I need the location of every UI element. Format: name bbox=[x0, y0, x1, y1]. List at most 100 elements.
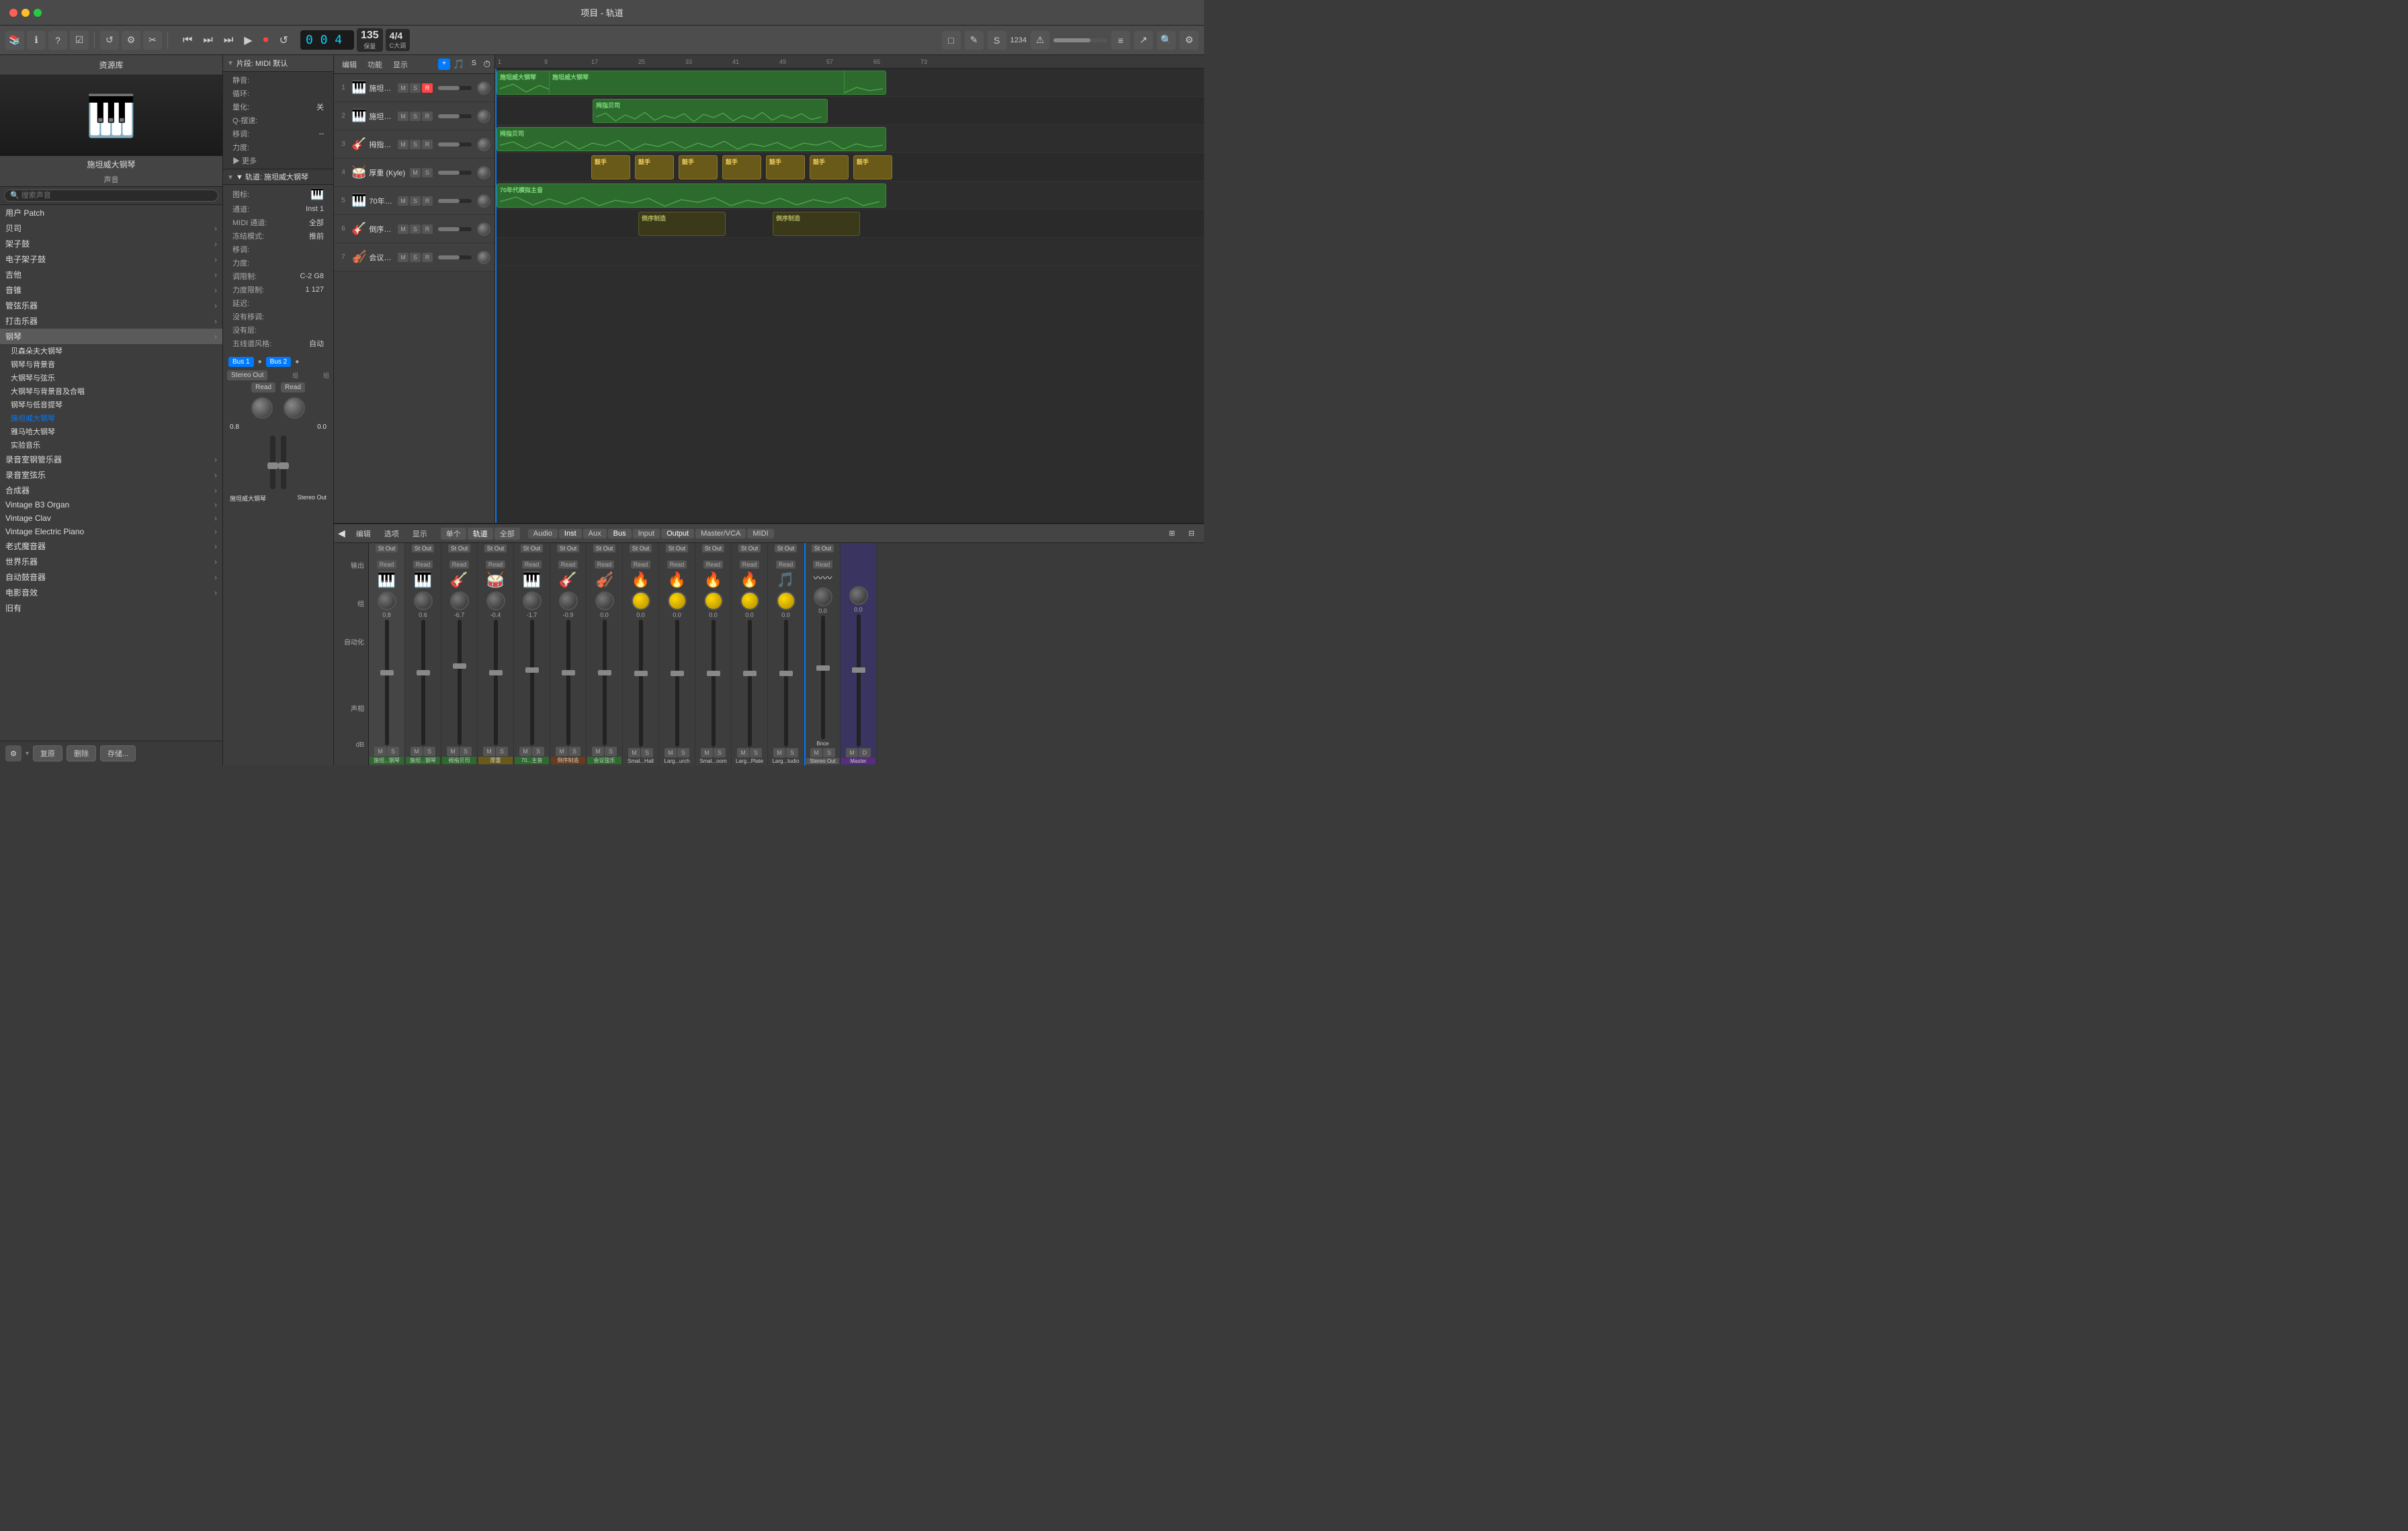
ch5-mute-btn[interactable]: M bbox=[519, 747, 531, 756]
track-record-3[interactable]: R bbox=[422, 140, 433, 149]
library-sub-yamaha[interactable]: 雅马哈大钢琴 bbox=[0, 425, 222, 438]
ch8-pan-knob[interactable] bbox=[632, 591, 650, 610]
settings-btn[interactable]: ⚙ bbox=[1180, 31, 1199, 50]
track-vol-1[interactable] bbox=[438, 86, 472, 90]
ch2-auto-badge[interactable]: Read bbox=[413, 561, 433, 569]
library-item-orchestral[interactable]: 管弦乐器 › bbox=[0, 298, 222, 313]
inspector-btn[interactable]: ☑ bbox=[70, 31, 89, 50]
ch3-fader-track[interactable] bbox=[458, 620, 462, 745]
library-item-vintage-b3[interactable]: Vintage B3 Organ › bbox=[0, 498, 222, 511]
library-sub-piano-ambient[interactable]: 钢琴与背景音 bbox=[0, 358, 222, 371]
ch2-pan-knob[interactable] bbox=[414, 591, 433, 610]
ch5-auto-badge[interactable]: Read bbox=[522, 561, 542, 569]
track-mute-2[interactable]: M bbox=[398, 112, 408, 121]
master-pan-knob[interactable] bbox=[849, 586, 868, 605]
track-solo-7[interactable]: S bbox=[410, 253, 421, 262]
track-channel-row[interactable]: 通道: Inst 1 bbox=[227, 202, 329, 216]
track-mute-1[interactable]: M bbox=[398, 83, 408, 93]
clip-drum-2[interactable]: 鼓手 bbox=[635, 155, 674, 179]
track-vol-5[interactable] bbox=[438, 199, 472, 203]
track-vol-7[interactable] bbox=[438, 255, 472, 259]
stereo-fader-track[interactable] bbox=[821, 616, 825, 739]
track-record-5[interactable]: R bbox=[422, 196, 433, 206]
ch1-mute-btn[interactable]: M bbox=[374, 747, 386, 756]
track-name-5[interactable]: 70年代模拟主音 bbox=[369, 196, 395, 206]
delete-button[interactable]: 删除 bbox=[67, 745, 96, 761]
ch6-auto-badge[interactable]: Read bbox=[558, 561, 578, 569]
help-btn[interactable]: ? bbox=[48, 31, 67, 50]
ff-btn[interactable]: ⏭ bbox=[199, 33, 216, 48]
play-btn[interactable]: ▶ bbox=[240, 32, 256, 48]
stereo-mute-btn[interactable]: M bbox=[810, 748, 822, 757]
mixer-single-tab[interactable]: 单个 bbox=[441, 528, 466, 540]
ch7-mute-btn[interactable]: M bbox=[592, 747, 604, 756]
ch7-pan-knob[interactable] bbox=[595, 591, 614, 610]
ch3-pan-knob[interactable] bbox=[450, 591, 469, 610]
track-inspector-header[interactable]: ▼ ▼ 轨道: 施坦威大钢琴 bbox=[223, 169, 333, 185]
master-volume-slider[interactable] bbox=[1054, 38, 1107, 42]
track-mute-7[interactable]: M bbox=[398, 253, 408, 262]
library-search-input[interactable] bbox=[4, 190, 218, 202]
ch10-auto-badge[interactable]: Read bbox=[703, 561, 724, 569]
ch8-auto-badge[interactable]: Read bbox=[631, 561, 651, 569]
gear-button[interactable]: ⚙ bbox=[5, 745, 22, 761]
library-sub-experimental[interactable]: 实验音乐 bbox=[0, 438, 222, 452]
ch6-mute-btn[interactable]: M bbox=[556, 747, 568, 756]
ch7-fader-track[interactable] bbox=[603, 620, 607, 745]
midi-icon-btn[interactable]: 🎵 bbox=[453, 58, 464, 70]
track-solo-4[interactable]: S bbox=[422, 168, 433, 177]
library-item-piano[interactable]: 钢琴 › bbox=[0, 329, 222, 344]
clip-bass-full[interactable]: 拇指贝司 bbox=[497, 127, 886, 151]
smart-controls-btn[interactable]: □ bbox=[942, 31, 961, 50]
ch6-solo-btn[interactable]: S bbox=[568, 747, 580, 756]
clip-reverse-2[interactable]: 倒序制造 bbox=[773, 212, 860, 236]
track-pan-5[interactable] bbox=[477, 194, 490, 208]
more-expand-btn[interactable]: ▶ 更多 bbox=[227, 154, 329, 167]
track-lane-2[interactable]: 拇指贝司 bbox=[495, 97, 1204, 125]
library-item-cone[interactable]: 音锥 › bbox=[0, 282, 222, 298]
info-btn[interactable]: ℹ bbox=[27, 31, 46, 50]
refresh-btn[interactable]: ↺ bbox=[100, 31, 119, 50]
right-fader-track[interactable] bbox=[281, 436, 286, 489]
track-pan-6[interactable] bbox=[477, 222, 490, 236]
clip-steinway-2[interactable]: 施坦威大钢琴 bbox=[549, 71, 845, 95]
ch12-auto-badge[interactable]: Read bbox=[776, 561, 796, 569]
library-toggle-btn[interactable]: 📚 bbox=[5, 31, 24, 50]
track-lane-6[interactable]: 倒序制造 倒序制造 bbox=[495, 210, 1204, 238]
library-item-user-patch[interactable]: 用户 Patch bbox=[0, 205, 222, 220]
track-lane-4[interactable]: 鼓手 鼓手 鼓手 鼓手 鼓手 鼓手 鼓手 bbox=[495, 153, 1204, 181]
library-item-vintage-clav[interactable]: Vintage Clav › bbox=[0, 511, 222, 525]
save-button[interactable]: 存储... bbox=[100, 745, 136, 761]
ch7-solo-btn[interactable]: S bbox=[605, 747, 617, 756]
track-record-7[interactable]: R bbox=[422, 253, 433, 262]
ch9-fader-track[interactable] bbox=[675, 620, 679, 747]
track-lane-1[interactable]: 施坦威大钢琴 施坦威大钢琴 bbox=[495, 69, 1204, 97]
ch11-fader-track[interactable] bbox=[748, 620, 752, 747]
scissors-btn[interactable]: ✂ bbox=[143, 31, 162, 50]
master-fader-track[interactable] bbox=[857, 614, 861, 747]
clip-drum-7[interactable]: 鼓手 bbox=[853, 155, 892, 179]
clip-drum-5[interactable]: 鼓手 bbox=[766, 155, 805, 179]
track-name-2[interactable]: 施坦威大钢琴 bbox=[369, 111, 395, 122]
track-lane-7[interactable] bbox=[495, 238, 1204, 266]
ch11-pan-knob[interactable] bbox=[740, 591, 759, 610]
loop-btn[interactable]: ↺ bbox=[275, 32, 292, 48]
track-solo-3[interactable]: S bbox=[410, 140, 421, 149]
mixer-track-tab[interactable]: 轨道 bbox=[468, 528, 493, 540]
ch11-auto-badge[interactable]: Read bbox=[740, 561, 760, 569]
library-sub-boesendorfer[interactable]: 贝森朵夫大钢琴 bbox=[0, 344, 222, 358]
track-pan-2[interactable] bbox=[477, 110, 490, 123]
track-lane-5[interactable]: 70年代模拟主音 bbox=[495, 181, 1204, 210]
pan-knob-right[interactable] bbox=[284, 397, 305, 419]
tempo-display[interactable]: 135 保量 bbox=[357, 28, 383, 52]
ch7-auto-badge[interactable]: Read bbox=[595, 561, 615, 569]
library-item-world[interactable]: 世界乐器 › bbox=[0, 554, 222, 569]
track-record-2[interactable]: R bbox=[422, 112, 433, 121]
time-sig-display[interactable]: 4/4 C大调 bbox=[386, 29, 411, 51]
library-search-box[interactable] bbox=[0, 187, 222, 205]
track-pan-4[interactable] bbox=[477, 166, 490, 179]
ch2-mute-btn[interactable]: M bbox=[411, 747, 423, 756]
clip-thumb-bass[interactable]: 拇指贝司 bbox=[593, 99, 828, 123]
search-btn[interactable]: 🔍 bbox=[1157, 31, 1176, 50]
library-item-vintage-ep[interactable]: Vintage Electric Piano › bbox=[0, 525, 222, 538]
